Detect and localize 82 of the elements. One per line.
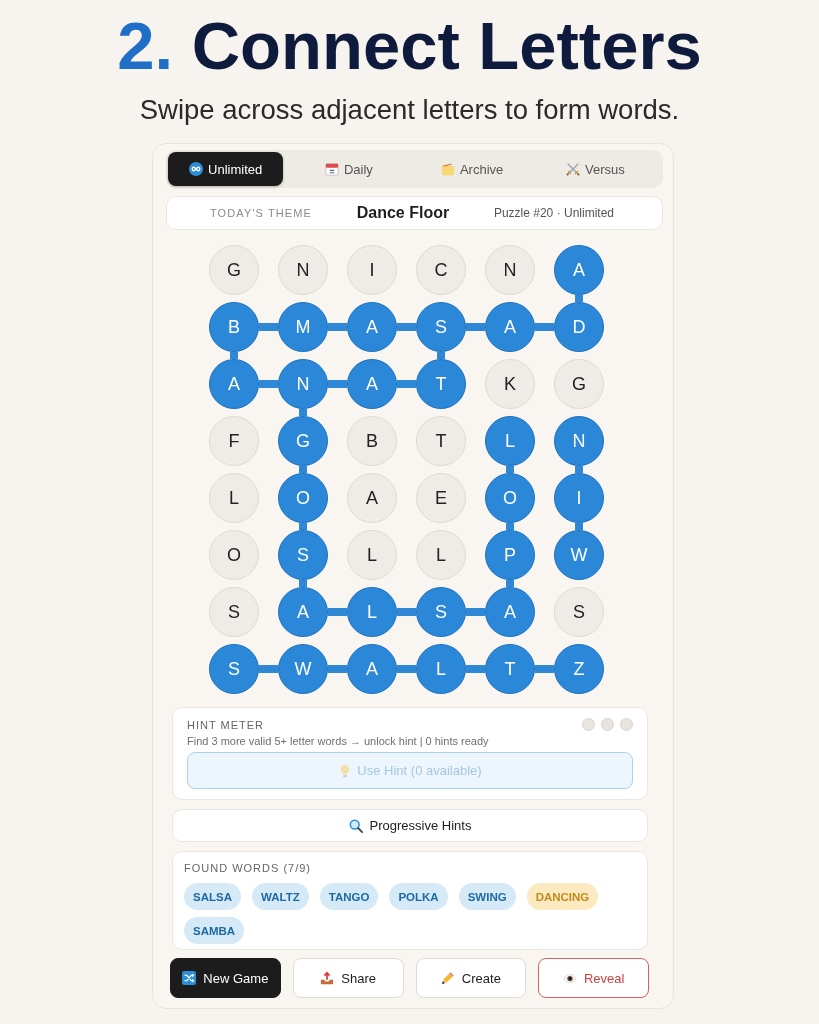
letter-tile[interactable]: W: [278, 644, 328, 694]
letter-tile[interactable]: S: [416, 587, 466, 637]
letter-tile[interactable]: A: [347, 359, 397, 409]
search-icon: [348, 818, 363, 833]
letter-tile[interactable]: I: [347, 245, 397, 295]
letter-tile[interactable]: B: [209, 302, 259, 352]
letter-tile[interactable]: S: [278, 530, 328, 580]
word-tag: POLKA: [389, 883, 448, 910]
puzzle-label: Puzzle #20 · Unlimited: [493, 206, 614, 220]
word-tag: SWING: [458, 883, 516, 910]
reveal-button[interactable]: Reveal: [538, 958, 649, 998]
letter-tile[interactable]: L: [416, 644, 466, 694]
page-subtitle: Swipe across adjacent letters to form words.: [139, 94, 680, 126]
pencil-icon: [440, 971, 455, 985]
word-tag: TANGO: [319, 883, 379, 910]
letter-tile[interactable]: G: [278, 416, 328, 466]
letter-tile[interactable]: I: [554, 473, 604, 523]
upload-tray-icon: [320, 971, 335, 985]
word-tag: SALSA: [184, 883, 241, 910]
letter-tile[interactable]: C: [416, 245, 466, 295]
letter-tile[interactable]: N: [554, 416, 604, 466]
letter-tile[interactable]: K: [485, 359, 535, 409]
theme-name: Dance Floor: [356, 204, 450, 222]
letter-tile[interactable]: G: [209, 245, 259, 295]
letter-tile[interactable]: S: [209, 587, 259, 637]
letter-tile[interactable]: O: [209, 530, 259, 580]
letter-tile[interactable]: A: [278, 587, 328, 637]
letter-tile[interactable]: A: [347, 473, 397, 523]
letter-tile[interactable]: W: [554, 530, 604, 580]
step-number: 2.: [117, 8, 174, 83]
letter-tile[interactable]: L: [485, 416, 535, 466]
create-button[interactable]: Create: [415, 958, 527, 998]
letter-tile[interactable]: A: [347, 644, 397, 694]
letter-tile[interactable]: T: [485, 644, 535, 694]
letter-tile[interactable]: S: [416, 302, 466, 352]
tab[interactable]: Unlimited: [168, 152, 284, 186]
letter-tile[interactable]: A: [485, 587, 535, 637]
letter-tile[interactable]: S: [554, 587, 604, 637]
word-tag: SAMBA: [184, 917, 245, 944]
tab[interactable]: Daily: [291, 152, 407, 186]
letter-tile[interactable]: A: [347, 302, 397, 352]
page-title: Connect Letters: [191, 8, 702, 83]
letter-tile[interactable]: O: [485, 473, 535, 523]
theme-label: TODAY'S THEME: [210, 207, 312, 219]
letter-tile[interactable]: B: [347, 416, 397, 466]
word-tag: DANCING: [526, 883, 599, 910]
letter-tile[interactable]: E: [416, 473, 466, 523]
letter-tile[interactable]: G: [554, 359, 604, 409]
letter-tile[interactable]: T: [416, 359, 466, 409]
tab[interactable]: Versus: [537, 152, 653, 186]
letter-tile[interactable]: L: [416, 530, 466, 580]
letter-tile[interactable]: A: [485, 302, 535, 352]
share-button[interactable]: Share: [292, 958, 404, 998]
new-game-button[interactable]: New Game: [170, 958, 281, 998]
letter-tile[interactable]: T: [416, 416, 466, 466]
letter-tile[interactable]: F: [209, 416, 259, 466]
letter-tile[interactable]: P: [485, 530, 535, 580]
hint-meter-title: HINT METER: [187, 718, 265, 731]
calendar-icon: [324, 162, 339, 176]
letter-tile[interactable]: L: [347, 587, 397, 637]
shuffle-icon: [182, 971, 197, 985]
letter-tile[interactable]: S: [209, 644, 259, 694]
letter-tile[interactable]: M: [278, 302, 328, 352]
letter-tile[interactable]: D: [554, 302, 604, 352]
letter-tile[interactable]: N: [278, 359, 328, 409]
eye-icon: [562, 973, 577, 983]
letter-tile[interactable]: A: [209, 359, 259, 409]
word-tag: WALTZ: [252, 883, 309, 910]
progressive-hints-button[interactable]: Progressive Hints: [172, 809, 648, 842]
letter-tile[interactable]: Z: [554, 644, 604, 694]
hint-message: Find 3 more valid 5+ letter words → unlock hint | 0 hints ready: [187, 735, 489, 747]
letter-tile[interactable]: A: [554, 245, 604, 295]
letter-tile[interactable]: L: [209, 473, 259, 523]
tab[interactable]: Archive: [414, 152, 530, 186]
found-words-title: FOUND WORDS (7/9): [184, 862, 311, 874]
letter-tile[interactable]: N: [278, 245, 328, 295]
letter-tile[interactable]: N: [485, 245, 535, 295]
letter-tile[interactable]: L: [347, 530, 397, 580]
crossed-swords-icon: [566, 162, 580, 176]
letter-tile[interactable]: O: [278, 473, 328, 523]
infinity-icon: [189, 162, 204, 176]
folder-icon: [440, 162, 455, 176]
